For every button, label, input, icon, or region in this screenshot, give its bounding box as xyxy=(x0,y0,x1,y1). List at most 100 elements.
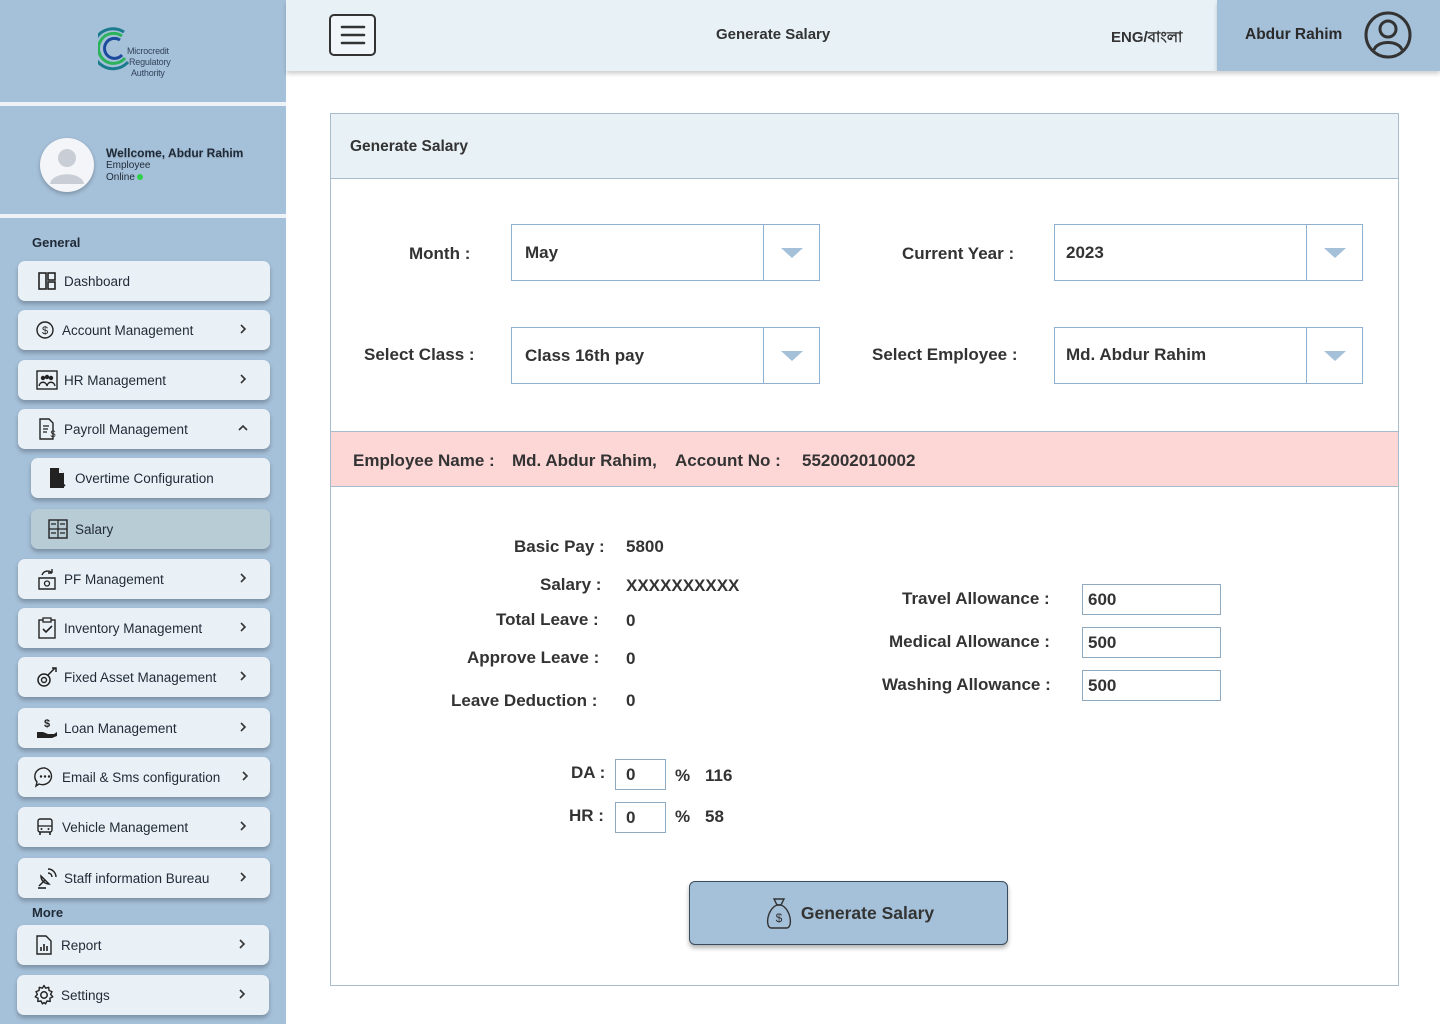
medical-allowance-label: Medical Allowance : xyxy=(889,632,1050,651)
total-leave-value: 0 xyxy=(626,611,636,630)
dollar-icon: $ xyxy=(34,319,56,341)
sidebar-item-hr-management[interactable]: HR Management xyxy=(18,360,270,400)
section-general: General xyxy=(32,235,81,250)
logo-line: Regulatory xyxy=(129,57,171,67)
month-select[interactable]: May xyxy=(511,224,820,281)
class-label: Select Class : xyxy=(364,345,475,364)
salary-value: XXXXXXXXXX xyxy=(626,576,740,595)
sidebar-item-label: Staff information Bureau xyxy=(64,870,210,886)
online-dot-icon xyxy=(136,174,143,181)
hr-percent-sign: % xyxy=(675,807,691,826)
user-avatar-icon xyxy=(50,149,84,184)
approve-leave-label: Approve Leave : xyxy=(467,648,600,667)
sidebar-item-fixed-asset-management[interactable]: Fixed Asset Management xyxy=(18,657,270,697)
account-no-label: Account No : xyxy=(675,451,781,470)
sidebar-item-label: Settings xyxy=(61,987,110,1003)
class-select[interactable]: Class 16th pay xyxy=(511,327,820,384)
medical-allowance-input[interactable]: 500 xyxy=(1082,627,1221,658)
hr-amount: 58 xyxy=(705,807,724,826)
chevron-right-icon xyxy=(239,989,246,999)
class-dropdown-toggle[interactable] xyxy=(763,328,819,383)
menu-button[interactable] xyxy=(329,14,376,56)
da-percent-input[interactable]: 0 xyxy=(615,759,666,790)
employee-name-label: Employee Name : xyxy=(353,451,495,470)
logo[interactable]: Microcredit Regulatory Authority xyxy=(91,26,178,82)
approve-leave-value: 0 xyxy=(626,649,636,668)
salary-label: Salary : xyxy=(540,575,602,594)
generate-salary-panel: Generate Salary Month : May Current Year… xyxy=(330,113,1399,986)
sidebar-item-loan-management[interactable]: $ Loan Management xyxy=(18,708,270,748)
employee-dropdown-toggle[interactable] xyxy=(1306,328,1362,383)
sidebar-item-label: Account Management xyxy=(62,322,194,338)
sidebar-item-report[interactable]: Report xyxy=(17,925,269,965)
status-text: Online xyxy=(106,172,135,183)
sidebar-item-label: PF Management xyxy=(64,571,164,587)
year-select[interactable]: 2023 xyxy=(1054,224,1363,281)
sidebar-item-payroll-management[interactable]: $ Payroll Management xyxy=(18,409,270,449)
year-dropdown-toggle[interactable] xyxy=(1306,225,1362,280)
page-title: Generate Salary xyxy=(716,26,831,43)
sidebar-item-label: HR Management xyxy=(64,372,167,388)
sidebar-item-inventory-management[interactable]: Inventory Management xyxy=(18,608,270,648)
chevron-right-icon xyxy=(239,939,246,949)
language-toggle[interactable]: ENG/বাংলা xyxy=(1111,26,1182,51)
sidebar: Microcredit Regulatory Authority Wellcom… xyxy=(0,0,286,1024)
chat-icon xyxy=(34,766,56,788)
sidebar-item-label: Payroll Management xyxy=(64,421,188,437)
logo-line: Authority xyxy=(131,68,165,78)
user-card: Wellcome, Abdur Rahim Employee Online xyxy=(0,110,286,218)
svg-text:$: $ xyxy=(50,429,55,439)
basic-pay-label: Basic Pay : xyxy=(514,537,605,556)
user-role: Employee xyxy=(106,160,151,171)
sidebar-item-label: Overtime Configuration xyxy=(75,470,214,486)
satellite-icon xyxy=(36,867,58,889)
caret-down-icon xyxy=(1324,248,1346,258)
sidebar-item-label: Vehicle Management xyxy=(62,819,189,835)
sidebar-item-vehicle-management[interactable]: Vehicle Management xyxy=(18,807,270,847)
top-bar: Generate Salary ENG/বাংলা xyxy=(286,0,1217,71)
svg-text:$: $ xyxy=(776,911,783,925)
chevron-right-icon xyxy=(240,872,247,882)
loan-icon: $ xyxy=(36,717,58,739)
chevron-right-icon xyxy=(240,722,247,732)
sidebar-item-email-sms-configuration[interactable]: Email & Sms configuration xyxy=(18,757,270,797)
sidebar-item-overtime-configuration[interactable]: Overtime Configuration xyxy=(31,458,270,498)
total-leave-label: Total Leave : xyxy=(496,610,599,629)
user-menu[interactable]: Abdur Rahim xyxy=(1217,0,1440,71)
hr-label: HR : xyxy=(569,806,604,825)
svg-text:$: $ xyxy=(44,718,50,730)
fund-icon xyxy=(36,568,58,590)
month-dropdown-toggle[interactable] xyxy=(763,225,819,280)
da-label: DA : xyxy=(571,763,606,782)
chevron-right-icon xyxy=(240,821,247,831)
hr-percent-input[interactable]: 0 xyxy=(615,802,666,833)
sidebar-item-label: Salary xyxy=(75,521,114,537)
sidebar-item-settings[interactable]: Settings xyxy=(17,975,269,1015)
sidebar-item-dashboard[interactable]: Dashboard xyxy=(18,261,270,301)
sidebar-item-account-management[interactable]: $ Account Management xyxy=(18,310,270,350)
sidebar-item-label: Inventory Management xyxy=(64,620,203,636)
svg-text:$: $ xyxy=(42,325,48,337)
sidebar-item-label: Loan Management xyxy=(64,720,177,736)
chevron-up-icon xyxy=(238,424,248,431)
sidebar-item-label: Fixed Asset Management xyxy=(64,669,217,685)
washing-allowance-input[interactable]: 500 xyxy=(1082,670,1221,701)
basic-pay-value: 5800 xyxy=(626,537,664,556)
sidebar-item-salary[interactable]: Salary xyxy=(31,509,270,549)
sidebar-item-staff-information-bureau[interactable]: Staff information Bureau xyxy=(18,858,270,898)
logo-text: Microcredit Regulatory Authority xyxy=(127,46,171,79)
year-label: Current Year : xyxy=(902,244,1015,263)
section-more: More xyxy=(32,905,64,920)
employee-select[interactable]: Md. Abdur Rahim xyxy=(1054,327,1363,384)
travel-allowance-input[interactable]: 600 xyxy=(1082,584,1221,615)
chevron-right-icon xyxy=(240,324,247,334)
avatar xyxy=(40,138,94,192)
table-icon xyxy=(47,518,69,540)
leave-deduction-value: 0 xyxy=(626,691,636,710)
sidebar-item-pf-management[interactable]: PF Management xyxy=(18,559,270,599)
document-icon xyxy=(47,467,69,489)
da-amount: 116 xyxy=(705,766,733,785)
money-bag-icon: $ xyxy=(766,898,791,929)
generate-salary-button[interactable]: $ Generate Salary xyxy=(689,881,1008,945)
logo-line: Microcredit xyxy=(127,46,169,56)
